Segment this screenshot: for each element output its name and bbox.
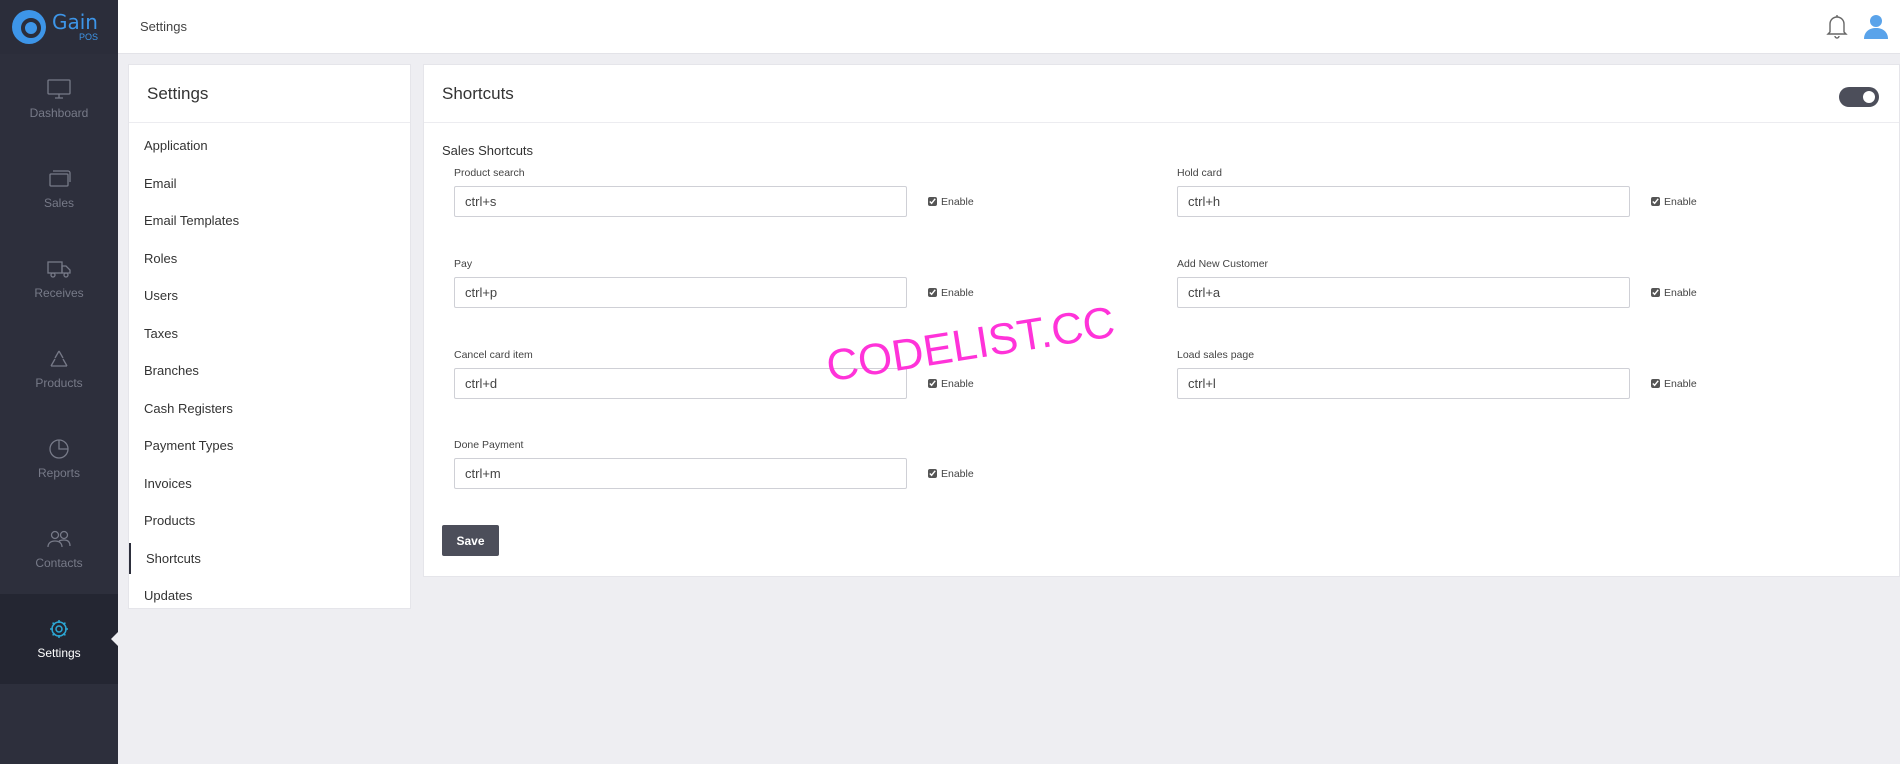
enable-checkbox-input[interactable] bbox=[1651, 288, 1660, 297]
shortcut-field-hold-card: Hold card Enable bbox=[1177, 167, 1877, 217]
nav-settings-label: Settings bbox=[37, 646, 81, 660]
enable-checkbox-input[interactable] bbox=[1651, 379, 1660, 388]
enable-checkbox-input[interactable] bbox=[928, 197, 937, 206]
nav-contacts[interactable]: Contacts bbox=[0, 504, 118, 594]
nav-sales[interactable]: Sales bbox=[0, 144, 118, 234]
shortcut-field-product-search: Product search Enable bbox=[454, 167, 1154, 217]
page-title: Settings bbox=[140, 19, 187, 34]
nav-products-label: Products bbox=[35, 376, 83, 390]
settings-menu-title: Settings bbox=[129, 65, 410, 123]
field-label: Product search bbox=[454, 167, 525, 179]
enable-checkbox[interactable]: Enable bbox=[1651, 287, 1697, 299]
menu-item-application[interactable]: Application bbox=[129, 127, 410, 165]
cancel-card-item-input[interactable] bbox=[454, 368, 907, 399]
settings-menu: Settings Application Email Email Templat… bbox=[128, 64, 411, 609]
enable-checkbox[interactable]: Enable bbox=[1651, 196, 1697, 208]
active-pointer bbox=[111, 631, 119, 647]
add-new-customer-input[interactable] bbox=[1177, 277, 1630, 308]
menu-item-payment-types[interactable]: Payment Types bbox=[129, 427, 410, 465]
shortcut-field-add-new-customer: Add New Customer Enable bbox=[1177, 258, 1877, 308]
users-icon bbox=[47, 530, 71, 548]
enable-checkbox[interactable]: Enable bbox=[928, 468, 974, 480]
menu-item-updates[interactable]: Updates bbox=[129, 577, 410, 615]
nav-receives[interactable]: Receives bbox=[0, 234, 118, 324]
enable-label: Enable bbox=[1664, 377, 1697, 390]
shortcuts-title: Shortcuts bbox=[442, 83, 514, 103]
enable-checkbox-input[interactable] bbox=[928, 288, 937, 297]
cards-icon bbox=[49, 170, 71, 187]
left-nav: Gain POS Dashboard Sales Receives Produc… bbox=[0, 0, 119, 764]
shortcut-field-pay: Pay Enable bbox=[454, 258, 1154, 308]
recycle-icon bbox=[50, 350, 68, 367]
product-search-input[interactable] bbox=[454, 186, 907, 217]
brand-logo[interactable]: Gain POS bbox=[0, 0, 118, 54]
field-label: Hold card bbox=[1177, 167, 1222, 179]
enable-checkbox[interactable]: Enable bbox=[928, 287, 974, 299]
nav-receives-label: Receives bbox=[34, 286, 84, 300]
shortcut-field-load-sales-page: Load sales page Enable bbox=[1177, 349, 1877, 399]
shortcuts-header: Shortcuts bbox=[424, 65, 1899, 123]
pie-chart-icon bbox=[49, 439, 69, 459]
truck-icon bbox=[47, 261, 71, 278]
bell-icon[interactable] bbox=[1826, 13, 1848, 39]
menu-item-cash-registers[interactable]: Cash Registers bbox=[129, 390, 410, 428]
nav-sales-label: Sales bbox=[43, 196, 75, 210]
enable-checkbox-input[interactable] bbox=[1651, 197, 1660, 206]
nav-dashboard[interactable]: Dashboard bbox=[0, 54, 118, 144]
menu-item-roles[interactable]: Roles bbox=[129, 240, 410, 278]
load-sales-page-input[interactable] bbox=[1177, 368, 1630, 399]
menu-item-email-templates[interactable]: Email Templates bbox=[129, 202, 410, 240]
enable-checkbox-input[interactable] bbox=[928, 469, 937, 478]
brand-name: Gain bbox=[52, 10, 98, 34]
brand-sub: POS bbox=[78, 32, 98, 42]
menu-item-branches[interactable]: Branches bbox=[129, 352, 410, 390]
nav-reports-label: Reports bbox=[37, 466, 81, 480]
enable-checkbox[interactable]: Enable bbox=[928, 378, 974, 390]
shortcut-field-cancel-card-item: Cancel card item Enable bbox=[454, 349, 1154, 399]
nav-dashboard-label: Dashboard bbox=[29, 106, 89, 120]
enable-checkbox[interactable]: Enable bbox=[1651, 378, 1697, 390]
hold-card-input[interactable] bbox=[1177, 186, 1630, 217]
field-label: Add New Customer bbox=[1177, 258, 1269, 270]
gain-logo-icon bbox=[12, 10, 46, 44]
menu-item-email[interactable]: Email bbox=[129, 165, 410, 203]
menu-item-users[interactable]: Users bbox=[129, 277, 410, 315]
field-label: Load sales page bbox=[1177, 349, 1255, 361]
monitor-icon bbox=[47, 79, 71, 99]
enable-label: Enable bbox=[941, 195, 974, 208]
enable-label: Enable bbox=[941, 467, 974, 480]
nav-products[interactable]: Products bbox=[0, 324, 118, 414]
enable-label: Enable bbox=[941, 377, 974, 390]
top-bar: Settings bbox=[118, 0, 1900, 54]
enable-label: Enable bbox=[1664, 195, 1697, 208]
enable-label: Enable bbox=[1664, 286, 1697, 299]
nav-reports[interactable]: Reports bbox=[0, 414, 118, 504]
pay-input[interactable] bbox=[454, 277, 907, 308]
nav-contacts-label: Contacts bbox=[35, 556, 83, 570]
save-button[interactable]: Save bbox=[442, 525, 499, 556]
avatar-icon[interactable] bbox=[1862, 12, 1890, 40]
menu-item-invoices[interactable]: Invoices bbox=[129, 465, 410, 503]
menu-item-shortcuts[interactable]: Shortcuts bbox=[129, 540, 410, 578]
shortcut-field-done-payment: Done Payment Enable bbox=[454, 439, 1154, 489]
field-label: Cancel card item bbox=[454, 349, 533, 361]
shortcuts-panel: Shortcuts Sales Shortcuts Product search… bbox=[423, 64, 1900, 577]
menu-item-taxes[interactable]: Taxes bbox=[129, 315, 410, 353]
section-title: Sales Shortcuts bbox=[442, 143, 534, 158]
field-label: Done Payment bbox=[454, 439, 524, 451]
enable-checkbox[interactable]: Enable bbox=[928, 196, 974, 208]
enable-label: Enable bbox=[941, 286, 974, 299]
done-payment-input[interactable] bbox=[454, 458, 907, 489]
nav-settings[interactable]: Settings bbox=[0, 594, 119, 684]
menu-item-products[interactable]: Products bbox=[129, 502, 410, 540]
gear-icon bbox=[50, 620, 68, 638]
field-label: Pay bbox=[454, 258, 473, 270]
settings-menu-list: Application Email Email Templates Roles … bbox=[129, 123, 410, 615]
shortcuts-toggle[interactable] bbox=[1839, 87, 1879, 107]
enable-checkbox-input[interactable] bbox=[928, 379, 937, 388]
